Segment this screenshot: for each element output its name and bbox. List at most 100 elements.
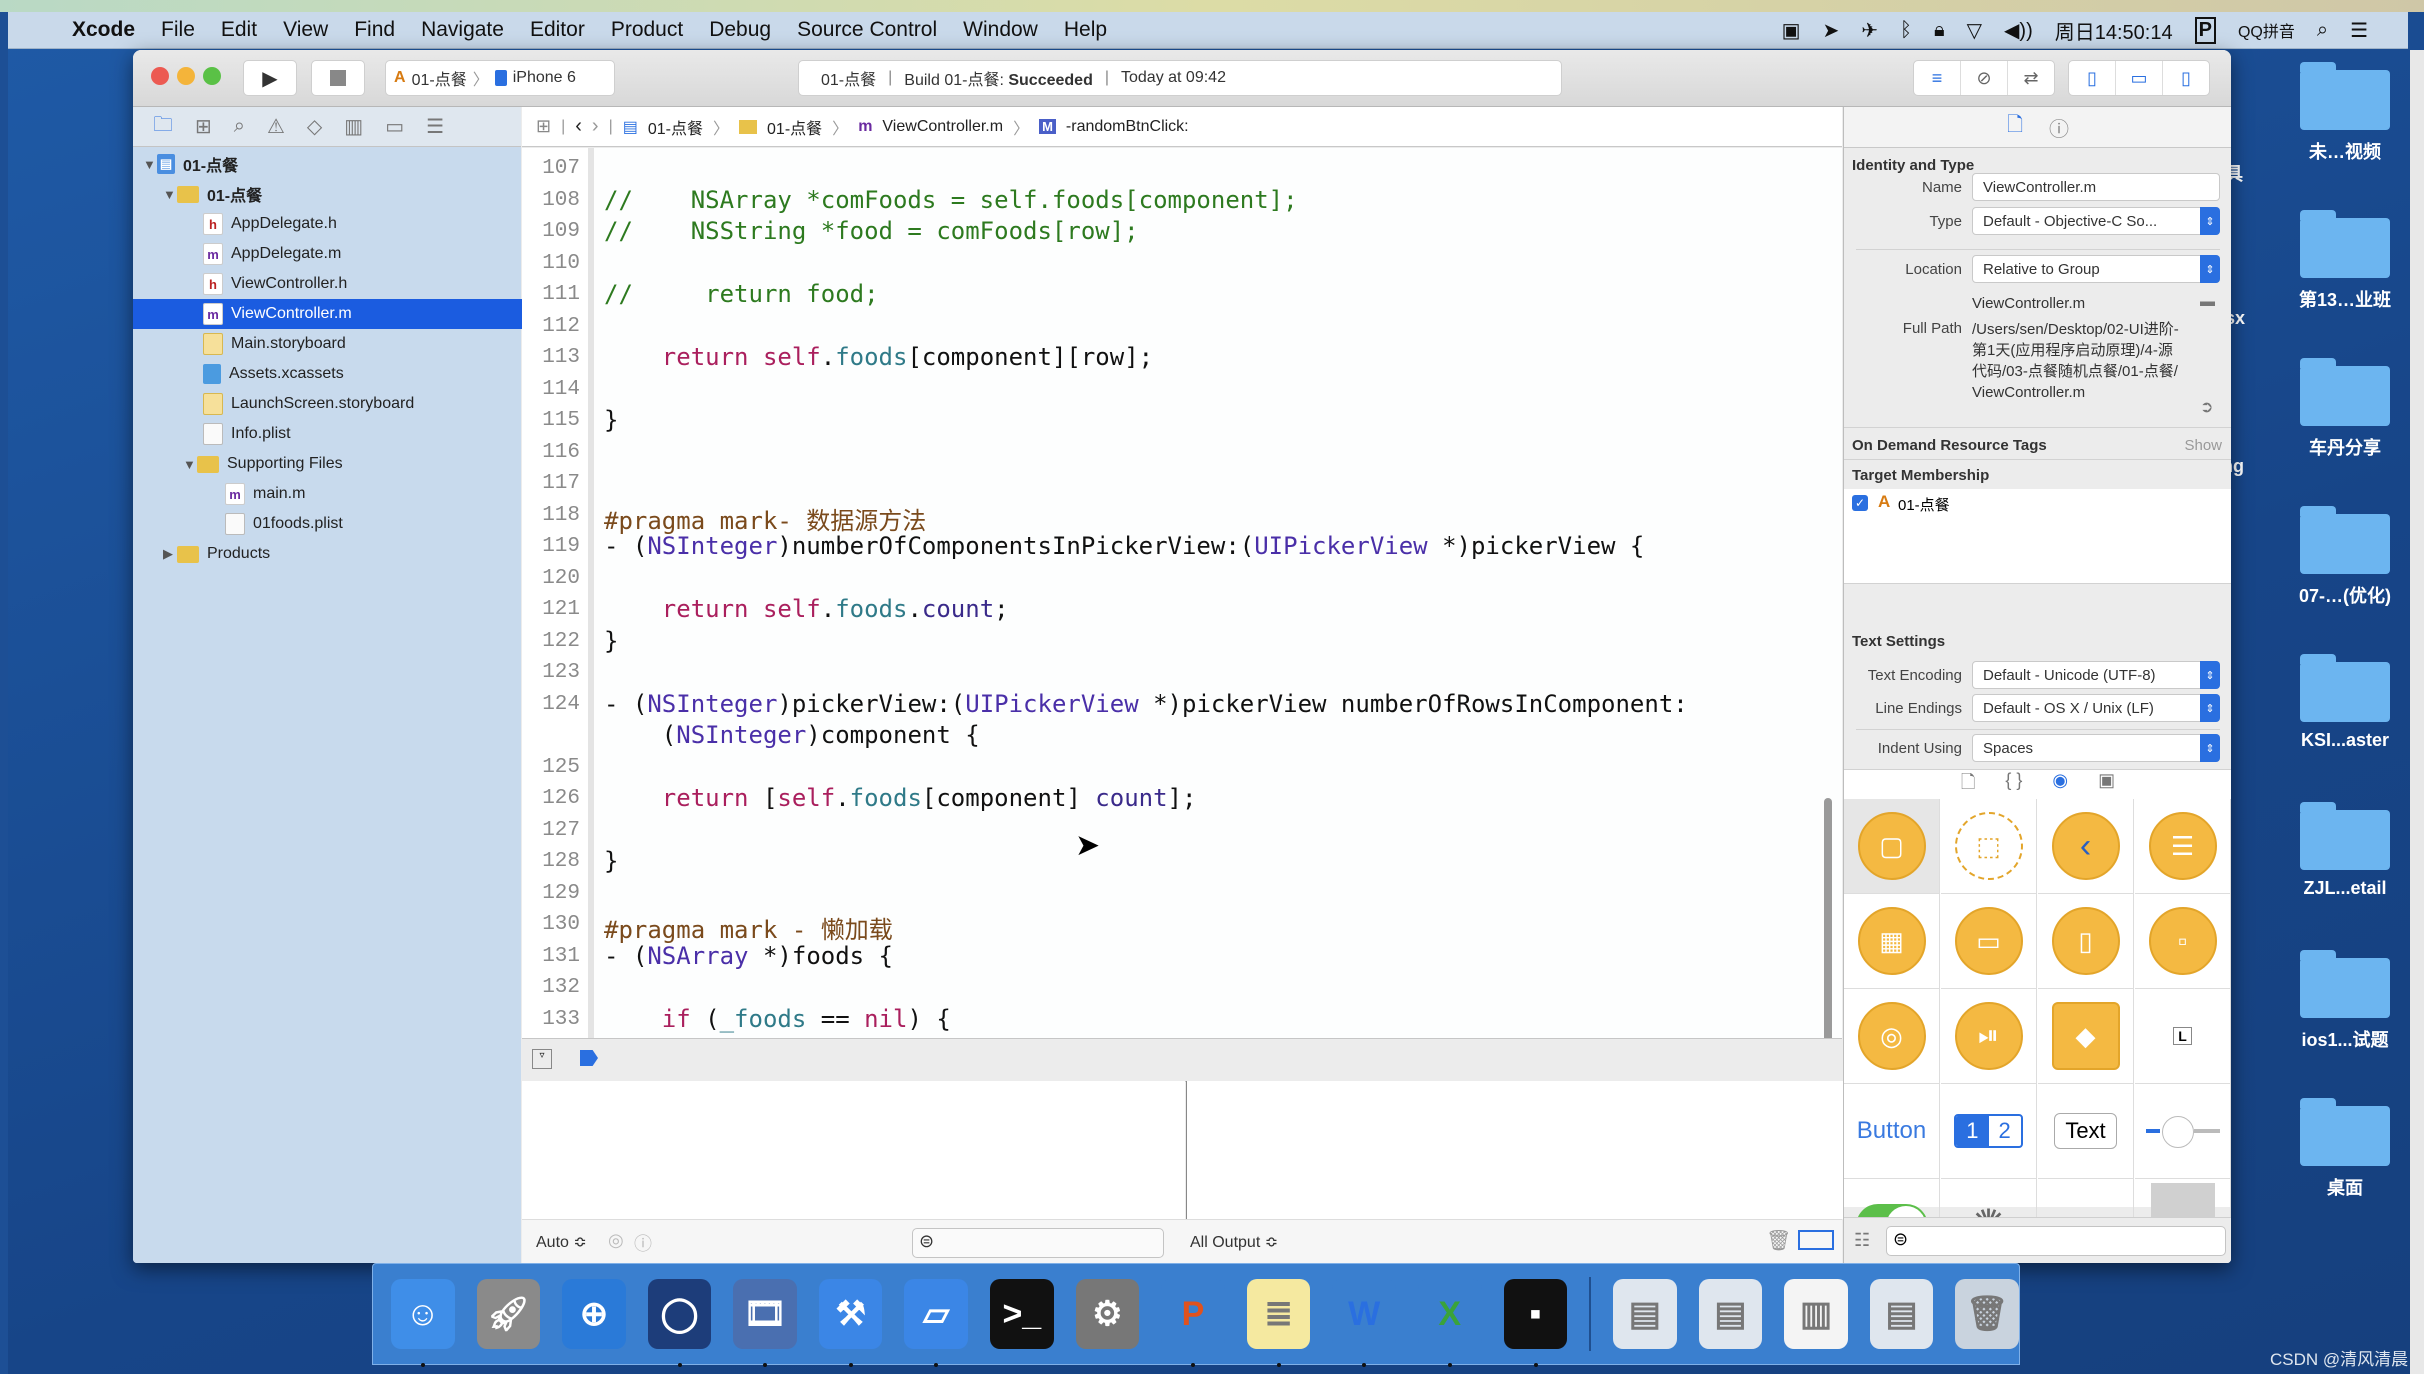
- toggle-debug-area-icon[interactable]: ▭: [2116, 61, 2163, 95]
- desktop-folder[interactable]: 未…视频: [2270, 62, 2420, 164]
- project-navigator-icon[interactable]: 🗀︎: [153, 110, 173, 144]
- code-line[interactable]: }: [604, 406, 618, 434]
- location-icon[interactable]: ➤: [1822, 18, 1839, 43]
- lock-icon[interactable]: 🔒︎: [1934, 19, 1945, 42]
- odr-show-button[interactable]: Show: [2184, 437, 2222, 454]
- desktop-folder[interactable]: 车丹分享: [2270, 358, 2420, 460]
- code-line[interactable]: (NSInteger)component {: [604, 721, 980, 749]
- desktop-folder[interactable]: KSI...aster: [2270, 654, 2420, 751]
- info-icon[interactable]: ⓘ: [634, 1230, 652, 1256]
- assistant-editor-icon[interactable]: ⊘: [1961, 61, 2008, 95]
- dock-app-doc-3[interactable]: ▥: [1784, 1279, 1848, 1349]
- dock-app-notes[interactable]: ≣: [1246, 1279, 1311, 1367]
- hide-debug-area-icon[interactable]: ▿: [532, 1049, 552, 1069]
- target-checkbox[interactable]: ✓: [1852, 495, 1868, 511]
- code-line[interactable]: }: [604, 627, 618, 655]
- code-line[interactable]: - (NSInteger)pickerView:(UIPickerView *)…: [604, 690, 1688, 718]
- forward-icon[interactable]: ›: [592, 115, 599, 138]
- library-item-slider[interactable]: [2135, 1084, 2231, 1179]
- desktop-folder[interactable]: 07-…(优化): [2270, 506, 2420, 608]
- library-item-view-controller[interactable]: ▢: [1844, 799, 1940, 894]
- list-view-icon[interactable]: ☷: [1854, 1230, 1870, 1251]
- standard-editor-icon[interactable]: ≡: [1914, 61, 1961, 95]
- input-method-icon[interactable]: P: [2194, 16, 2216, 44]
- source-editor[interactable]: 107 108 // NSArray *comFoods = self.foods[…: [522, 148, 1842, 1038]
- debug-navigator-icon[interactable]: ▥: [344, 114, 363, 139]
- tree-item-project[interactable]: ▼ ▤ 01-点餐: [133, 149, 531, 179]
- dock-app-doc-1[interactable]: ▤: [1613, 1279, 1677, 1349]
- disclosure-closed-icon[interactable]: ▶: [163, 546, 177, 562]
- breadcrumb-group[interactable]: 01-点餐: [767, 115, 822, 139]
- version-editor-icon[interactable]: ⇄: [2008, 61, 2054, 95]
- dock-app-terminal[interactable]: >_: [990, 1279, 1054, 1349]
- breadcrumb-project[interactable]: 01-点餐: [648, 115, 703, 139]
- menu-product[interactable]: Product: [611, 18, 683, 42]
- menu-view[interactable]: View: [283, 18, 328, 42]
- desktop-folder[interactable]: ZJL...etail: [2270, 802, 2420, 899]
- issue-navigator-icon[interactable]: ⚠︎: [267, 114, 285, 139]
- wifi-icon[interactable]: ▽: [1967, 18, 1982, 43]
- dock-app-system-preferences[interactable]: ⚙: [1075, 1279, 1140, 1349]
- code-snippet-library-icon[interactable]: { }: [2005, 770, 2022, 800]
- disclosure-open-icon[interactable]: ▼: [183, 457, 197, 472]
- library-item-segmented-control[interactable]: 12: [1941, 1084, 2037, 1179]
- trash-icon[interactable]: 🗑︎: [1766, 1228, 1791, 1253]
- dock-app-launchpad[interactable]: 🚀︎: [476, 1279, 541, 1349]
- run-button[interactable]: ▶: [243, 60, 297, 96]
- test-navigator-icon[interactable]: ◇: [307, 114, 322, 139]
- desktop-folder[interactable]: 桌面: [2270, 1098, 2420, 1200]
- variables-scope-popup[interactable]: Auto ≎: [536, 1232, 587, 1252]
- quick-help-icon[interactable]: ⓘ: [2049, 113, 2069, 142]
- library-item-tab-bar-controller[interactable]: ▭: [1941, 894, 2037, 989]
- disclosure-open-icon[interactable]: ▼: [163, 187, 177, 202]
- reveal-in-finder-icon[interactable]: ➲: [2200, 397, 2213, 417]
- menu-help[interactable]: Help: [1064, 18, 1107, 42]
- encoding-popup[interactable]: Default - Unicode (UTF-8) ⇕: [1972, 661, 2220, 689]
- object-library-icon[interactable]: ◉: [2052, 770, 2068, 800]
- code-line[interactable]: return self.foods.count;: [604, 595, 1009, 623]
- related-items-icon[interactable]: ⊞: [536, 116, 551, 137]
- type-popup[interactable]: Default - Objective-C So... ⇕: [1972, 207, 2220, 235]
- dock-app-instruments[interactable]: ▱: [904, 1279, 969, 1367]
- dock-app-excel[interactable]: X: [1417, 1279, 1482, 1367]
- location-popup[interactable]: Relative to Group ⇕: [1972, 255, 2220, 283]
- name-field[interactable]: ViewController.m: [1972, 173, 2220, 201]
- dock-app-safari[interactable]: ⊕: [562, 1279, 626, 1349]
- breadcrumb-method[interactable]: -randomBtnClick:: [1066, 118, 1189, 136]
- report-navigator-icon[interactable]: ☰: [426, 114, 444, 139]
- menu-source-control[interactable]: Source Control: [797, 18, 937, 42]
- library-item-object[interactable]: ◆: [2038, 989, 2134, 1084]
- library-item-text-field[interactable]: Text: [2038, 1084, 2134, 1179]
- symbol-navigator-icon[interactable]: ⊞: [195, 114, 212, 139]
- code-line[interactable]: // return food;: [604, 280, 879, 308]
- library-item-button[interactable]: Button: [1844, 1084, 1940, 1179]
- find-navigator-icon[interactable]: ⌕: [234, 115, 245, 138]
- input-method-label[interactable]: QQ拼音: [2238, 18, 2295, 42]
- file-template-library-icon[interactable]: 🗋︎: [1961, 770, 1975, 800]
- minimize-button[interactable]: [177, 67, 195, 85]
- volume-icon[interactable]: ◀)): [2004, 18, 2033, 43]
- code-line[interactable]: // NSArray *comFoods = self.foods[compon…: [604, 186, 1298, 214]
- library-item-glkit-view-controller[interactable]: ◎: [1844, 989, 1940, 1084]
- dock-app-doc-2[interactable]: ▤: [1698, 1279, 1763, 1349]
- library-filter-input[interactable]: ⊜: [1886, 1226, 2226, 1256]
- menu-file[interactable]: File: [161, 18, 195, 42]
- zoom-button[interactable]: [203, 67, 221, 85]
- dock-app-xcode[interactable]: ⚒: [818, 1279, 883, 1367]
- spotlight-icon[interactable]: ⌕: [2317, 19, 2328, 42]
- back-icon[interactable]: ‹: [575, 115, 582, 138]
- menu-edit[interactable]: Edit: [221, 18, 257, 42]
- code-line[interactable]: return self.foods[component][row];: [604, 343, 1153, 371]
- close-button[interactable]: [151, 67, 169, 85]
- menu-editor[interactable]: Editor: [530, 18, 585, 42]
- line-endings-popup[interactable]: Default - OS X / Unix (LF) ⇕: [1972, 694, 2220, 722]
- dock-app-finder[interactable]: ☺: [391, 1279, 455, 1367]
- breakpoint-navigator-icon[interactable]: ▭: [385, 114, 404, 139]
- bluetooth-icon[interactable]: ᛒ: [1900, 19, 1912, 42]
- stop-button[interactable]: [311, 60, 365, 96]
- dock-app-console[interactable]: ▪: [1503, 1279, 1568, 1367]
- code-line[interactable]: if (_foods == nil) {: [604, 1005, 951, 1033]
- desktop-folder[interactable]: ios1...试题: [2270, 950, 2420, 1052]
- dock-app-wps-presentation[interactable]: P: [1161, 1279, 1225, 1367]
- breadcrumb-file[interactable]: ViewController.m: [882, 118, 1003, 136]
